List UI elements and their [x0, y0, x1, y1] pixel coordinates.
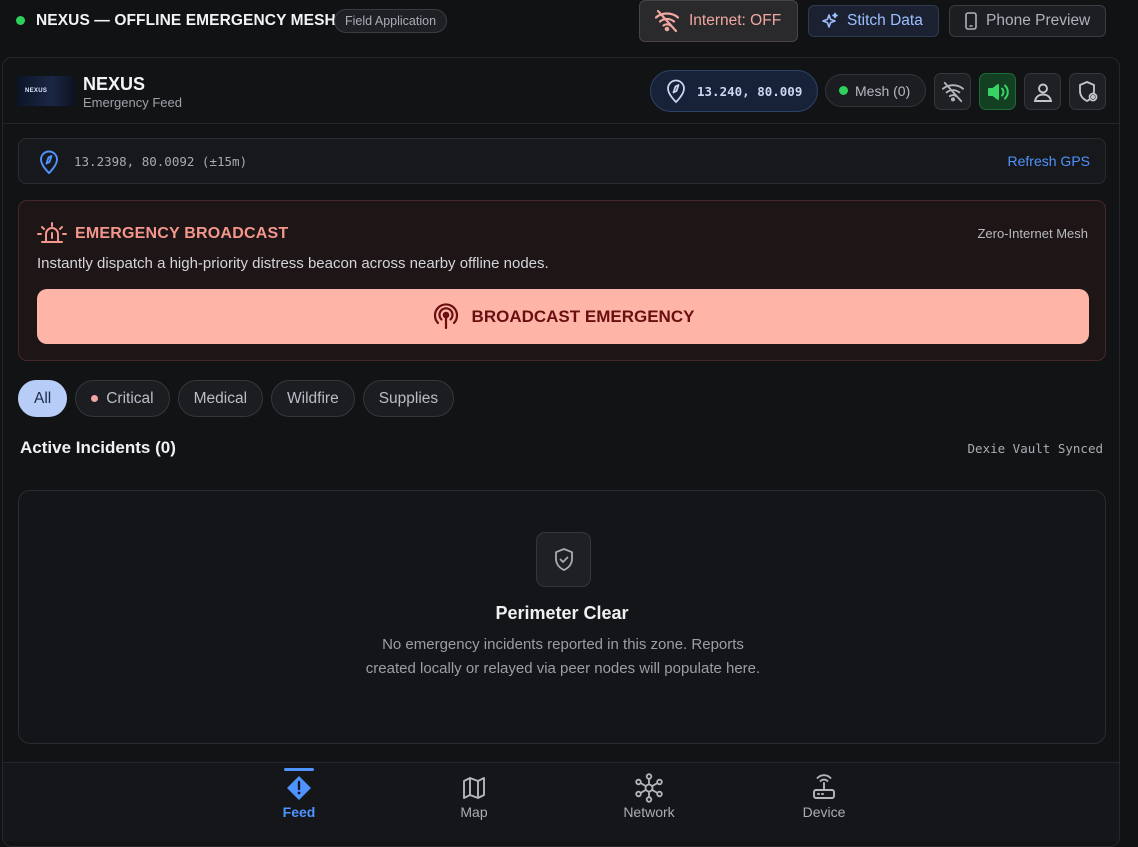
mesh-status-pill[interactable]: Mesh (0) [825, 74, 926, 107]
gps-coordinates: 13.2398, 80.0092 (±15m) [74, 154, 248, 169]
tab-indicator [634, 768, 664, 771]
mesh-status-label: Mesh (0) [855, 82, 911, 99]
security-settings-button[interactable] [1069, 73, 1106, 110]
internet-toggle-button[interactable]: Internet: OFF [639, 0, 798, 42]
nav-map[interactable]: Map [414, 763, 534, 833]
broadcast-emergency-label: BROADCAST EMERGENCY [471, 306, 695, 326]
wifi-off-icon [653, 9, 681, 33]
filter-chip-medical[interactable]: Medical [177, 380, 264, 417]
field-application-badge: Field Application [334, 9, 448, 33]
wifi-off-button[interactable] [934, 73, 971, 110]
shield-check-icon [552, 547, 576, 573]
nav-feed[interactable]: Feed [239, 763, 359, 833]
speaker-icon [986, 81, 1010, 103]
gps-bar: 13.2398, 80.0092 (±15m) Refresh GPS [18, 138, 1106, 184]
filter-label: Wildfire [287, 389, 339, 407]
header-subtitle: Emergency Feed [83, 95, 182, 110]
app-header: NEXUS NEXUS Emergency Feed 13.240, 80.00… [3, 58, 1119, 124]
filter-label: Supplies [378, 389, 439, 407]
location-pin-icon [37, 149, 61, 175]
top-bar: NEXUS — OFFLINE EMERGENCY MESH Field App… [0, 0, 1138, 44]
vault-sync-status: Dexie Vault Synced [967, 441, 1103, 456]
tab-indicator [809, 768, 839, 771]
filter-chip-critical[interactable]: Critical [75, 380, 170, 417]
logo-text: NEXUS [25, 88, 48, 94]
router-icon [810, 774, 838, 801]
filter-label: All [34, 389, 52, 407]
map-icon [461, 775, 487, 801]
shield-gear-icon [1076, 80, 1100, 104]
emergency-broadcast-title: EMERGENCY BROADCAST [75, 225, 289, 242]
broadcast-emergency-button[interactable]: BROADCAST EMERGENCY [37, 289, 1089, 344]
nav-device[interactable]: Device [764, 763, 884, 833]
mesh-status-dot [839, 86, 848, 95]
header-title: NEXUS [83, 74, 146, 94]
alert-diamond-icon [285, 775, 313, 801]
profile-button[interactable] [1024, 73, 1061, 110]
filter-chip-supplies[interactable]: Supplies [362, 380, 455, 417]
empty-state-description: No emergency incidents reported in this … [365, 636, 761, 677]
coordinates-text: 13.240, 80.009 [697, 83, 803, 99]
nav-map-label: Map [460, 804, 488, 820]
nav-network[interactable]: Network [589, 763, 709, 833]
user-icon [1032, 81, 1054, 103]
online-status-dot [16, 16, 25, 25]
empty-state-card: Perimeter Clear No emergency incidents r… [18, 490, 1106, 744]
emergency-broadcast-card: EMERGENCY BROADCAST Zero-Internet Mesh I… [18, 200, 1106, 361]
empty-state-title: Perimeter Clear [495, 603, 629, 623]
nav-feed-label: Feed [282, 804, 316, 820]
filter-chip-all[interactable]: All [18, 380, 68, 417]
filter-label: Critical [106, 389, 154, 407]
nexus-logo: NEXUS [17, 76, 75, 106]
internet-toggle-label: Internet: OFF [689, 12, 782, 29]
incident-filters: All Critical Medical Wildfire Supplies [18, 380, 455, 417]
compass-icon [665, 78, 687, 104]
filter-chip-wildfire[interactable]: Wildfire [271, 380, 355, 417]
network-nodes-icon [634, 773, 664, 803]
app-title: NEXUS — OFFLINE EMERGENCY MESH [36, 12, 336, 29]
refresh-gps-link[interactable]: Refresh GPS [1008, 153, 1090, 169]
nav-device-label: Device [802, 804, 846, 820]
phone-preview-label: Phone Preview [986, 12, 1091, 29]
phone-icon [964, 12, 978, 30]
stitch-data-button[interactable]: Stitch Data [808, 5, 939, 37]
empty-state-icon-box [536, 532, 591, 587]
wifi-off-icon [940, 81, 966, 103]
phone-preview-button[interactable]: Phone Preview [949, 5, 1106, 37]
critical-dot [91, 395, 99, 402]
stitch-data-label: Stitch Data [847, 12, 923, 29]
active-tab-indicator [284, 768, 314, 771]
zero-internet-tag: Zero-Internet Mesh [977, 226, 1088, 241]
tab-indicator [459, 768, 489, 771]
bottom-navigation: Feed Map Network Device [3, 762, 1119, 842]
emergency-description: Instantly dispatch a high-priority distr… [37, 255, 549, 272]
filter-label: Medical [193, 389, 248, 407]
sound-toggle-button[interactable] [979, 73, 1016, 110]
app-frame: NEXUS NEXUS Emergency Feed 13.240, 80.00… [2, 57, 1120, 847]
nav-network-label: Network [623, 804, 675, 820]
coordinates-pill[interactable]: 13.240, 80.009 [650, 70, 818, 112]
broadcast-antenna-icon [432, 302, 460, 331]
siren-icon [37, 221, 67, 245]
active-incidents-title: Active Incidents (0) [20, 438, 176, 457]
sparkle-icon [821, 12, 839, 30]
